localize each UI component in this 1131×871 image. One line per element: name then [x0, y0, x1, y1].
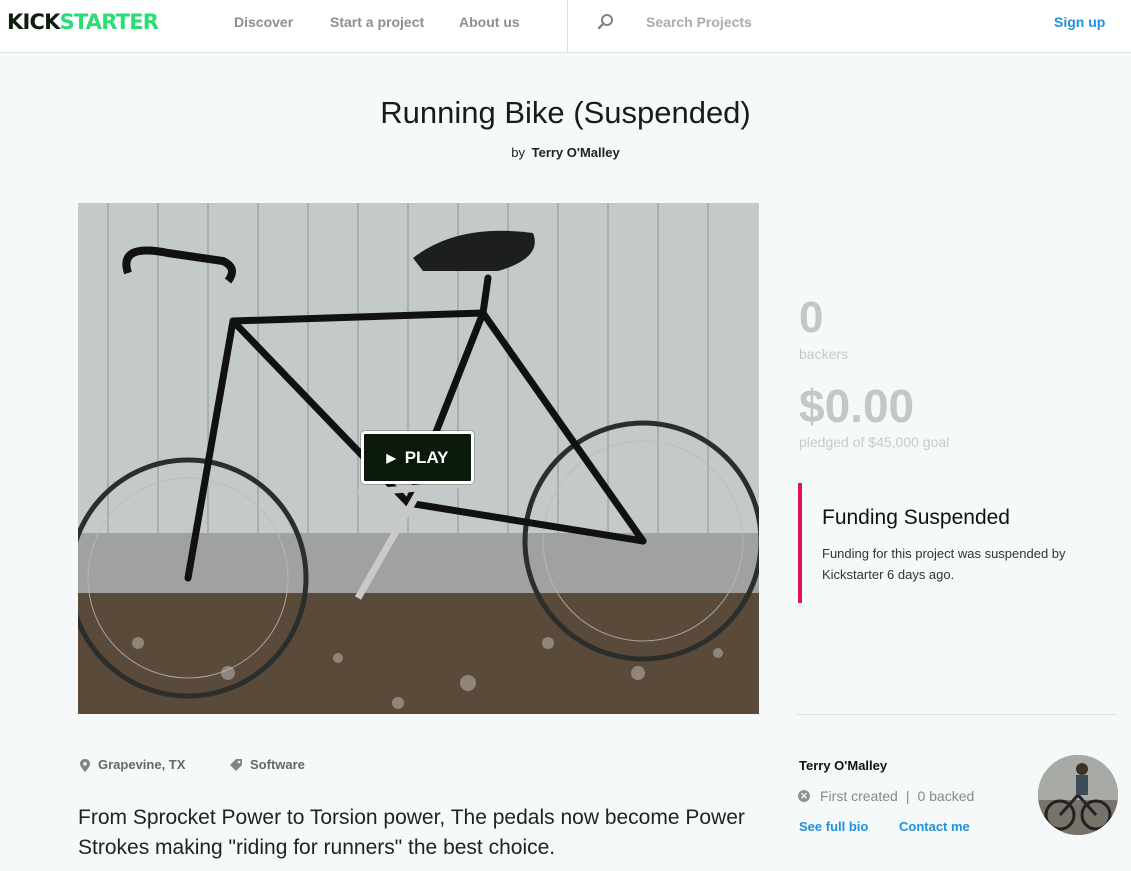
category-link[interactable]: Software [230, 757, 305, 773]
project-video[interactable]: ▶ PLAY [78, 203, 759, 714]
category-text: Software [250, 757, 305, 772]
byline-prefix: by [511, 145, 525, 160]
backers-count: 0 [799, 293, 824, 342]
tag-icon [230, 759, 242, 771]
close-circle-icon: ✕ [798, 790, 810, 802]
logo-part-kick: KICK [7, 10, 60, 34]
stats-separator: | [905, 788, 910, 804]
location-text: Grapevine, TX [98, 757, 186, 772]
pledged-goal-label: pledged of $45,000 goal [799, 434, 950, 450]
funding-suspended-notice: Funding Suspended Funding for this proje… [798, 483, 1118, 603]
sign-up-link[interactable]: Sign up [1054, 14, 1105, 30]
creator-name[interactable]: Terry O'Malley [799, 758, 887, 774]
avatar-image [1038, 755, 1118, 835]
play-button[interactable]: ▶ PLAY [361, 431, 474, 484]
project-title: Running Bike (Suspended) [380, 95, 751, 130]
sidebar-divider [797, 714, 1117, 715]
see-full-bio-link[interactable]: See full bio [799, 819, 868, 835]
pledged-amount: $0.00 [799, 380, 915, 432]
first-created-label: First created [820, 788, 898, 804]
creator-stats: ✕ First created | 0 backed [798, 788, 974, 804]
search-input[interactable] [640, 9, 900, 35]
contact-me-link[interactable]: Contact me [899, 819, 970, 835]
nav-discover[interactable]: Discover [234, 14, 293, 30]
header-divider [567, 0, 568, 52]
logo-part-starter: STARTER [59, 10, 159, 34]
project-blurb: From Sprocket Power to Torsion power, Th… [78, 806, 745, 859]
location-pin-icon [80, 758, 90, 772]
creator-avatar[interactable] [1038, 755, 1118, 835]
nav-about-us[interactable]: About us [459, 14, 520, 30]
creator-name-link[interactable]: Terry O'Malley [532, 145, 620, 160]
search-icon[interactable] [596, 12, 616, 32]
nav-start-project[interactable]: Start a project [330, 14, 424, 30]
notice-body: Funding for this project was suspended b… [822, 546, 1066, 582]
play-label: PLAY [404, 447, 449, 467]
top-navigation-bar: KICKSTARTER Discover Start a project Abo… [0, 0, 1131, 53]
kickstarter-logo[interactable]: KICKSTARTER [7, 9, 159, 35]
notice-title: Funding Suspended [822, 506, 1010, 529]
location-link[interactable]: Grapevine, TX [80, 757, 185, 773]
backers-label: backers [799, 346, 849, 362]
backed-count: 0 backed [917, 788, 975, 804]
project-byline: by Terry O'Malley [0, 145, 1131, 161]
play-icon: ▶ [386, 450, 396, 465]
